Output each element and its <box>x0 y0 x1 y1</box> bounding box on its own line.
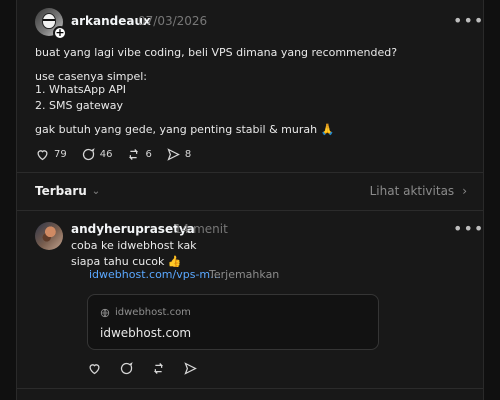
post-date: 07/03/2026 <box>138 14 208 28</box>
reply-divider <box>17 388 483 389</box>
heart-icon <box>37 150 48 161</box>
reply-repost-button[interactable] <box>151 361 166 376</box>
comment-icon <box>82 148 95 161</box>
post-actions: 79 46 6 8 <box>35 147 205 162</box>
view-activity-label: Lihat aktivitas <box>369 184 455 198</box>
reply-author-avatar[interactable] <box>35 222 63 250</box>
post-text-line-1: buat yang lagi vibe coding, beli VPS dim… <box>35 46 398 59</box>
chevron-right-icon: › <box>462 184 467 198</box>
link-title: idwebhost.com <box>100 326 192 340</box>
post-text-line-3: 1. WhatsApp API <box>35 83 127 96</box>
repost-icon <box>129 149 139 160</box>
reply-more-options-icon[interactable]: ••• <box>453 221 483 237</box>
post-text-line-4: 2. SMS gateway <box>35 99 123 112</box>
view-activity-link[interactable]: Lihat aktivitas › <box>370 184 467 198</box>
reply-actions <box>87 361 215 376</box>
reply-text-line-1: coba ke idwebhost kak <box>71 239 197 252</box>
avatar-glasses <box>43 19 55 22</box>
comment-icon <box>120 362 133 375</box>
repost-button[interactable]: 6 <box>126 147 152 162</box>
send-icon <box>184 362 197 375</box>
chevron-down-icon: ⌄ <box>91 185 101 197</box>
post-text-line-2: use casenya simpel: <box>35 70 147 83</box>
post-text-line-5: gak butuh yang gede, yang penting stabil… <box>35 123 335 136</box>
comment-count: 46 <box>99 149 113 160</box>
link-domain: idwebhost.com <box>100 307 191 318</box>
globe-icon <box>100 308 110 317</box>
link-domain-text: idwebhost.com <box>115 307 191 318</box>
like-count: 79 <box>54 149 67 160</box>
repost-icon <box>153 363 164 374</box>
link-preview-card[interactable]: idwebhost.com idwebhost.com <box>87 294 379 350</box>
send-icon <box>167 148 180 161</box>
author-avatar[interactable]: + <box>35 8 67 40</box>
reply-text-line-2: siapa tahu cucok 👍 <box>71 255 182 268</box>
post-more-options-icon[interactable]: ••• <box>453 13 483 29</box>
like-button[interactable]: 79 <box>35 147 67 162</box>
sort-label: Terbaru <box>35 184 87 198</box>
reply-link[interactable]: idwebhost.com/vps-m… <box>89 268 221 281</box>
reply-like-button[interactable] <box>87 361 102 376</box>
post-divider <box>17 172 483 173</box>
tabs-divider <box>17 210 483 211</box>
thread-card: + arkandeaux 07/03/2026 ••• buat yang la… <box>16 0 484 400</box>
repost-count: 6 <box>145 149 152 160</box>
share-count: 8 <box>184 149 192 160</box>
reply-share-button[interactable] <box>183 361 198 376</box>
follow-plus-icon[interactable]: + <box>53 26 67 40</box>
comment-button[interactable]: 46 <box>81 147 113 162</box>
reply-comment-button[interactable] <box>119 361 134 376</box>
share-button[interactable]: 8 <box>166 147 191 162</box>
reply-time: 14 menit <box>174 222 228 236</box>
heart-icon <box>89 364 100 375</box>
translate-button[interactable]: Terjemahkan <box>209 268 279 281</box>
sort-dropdown[interactable]: Terbaru ⌄ <box>35 184 100 198</box>
